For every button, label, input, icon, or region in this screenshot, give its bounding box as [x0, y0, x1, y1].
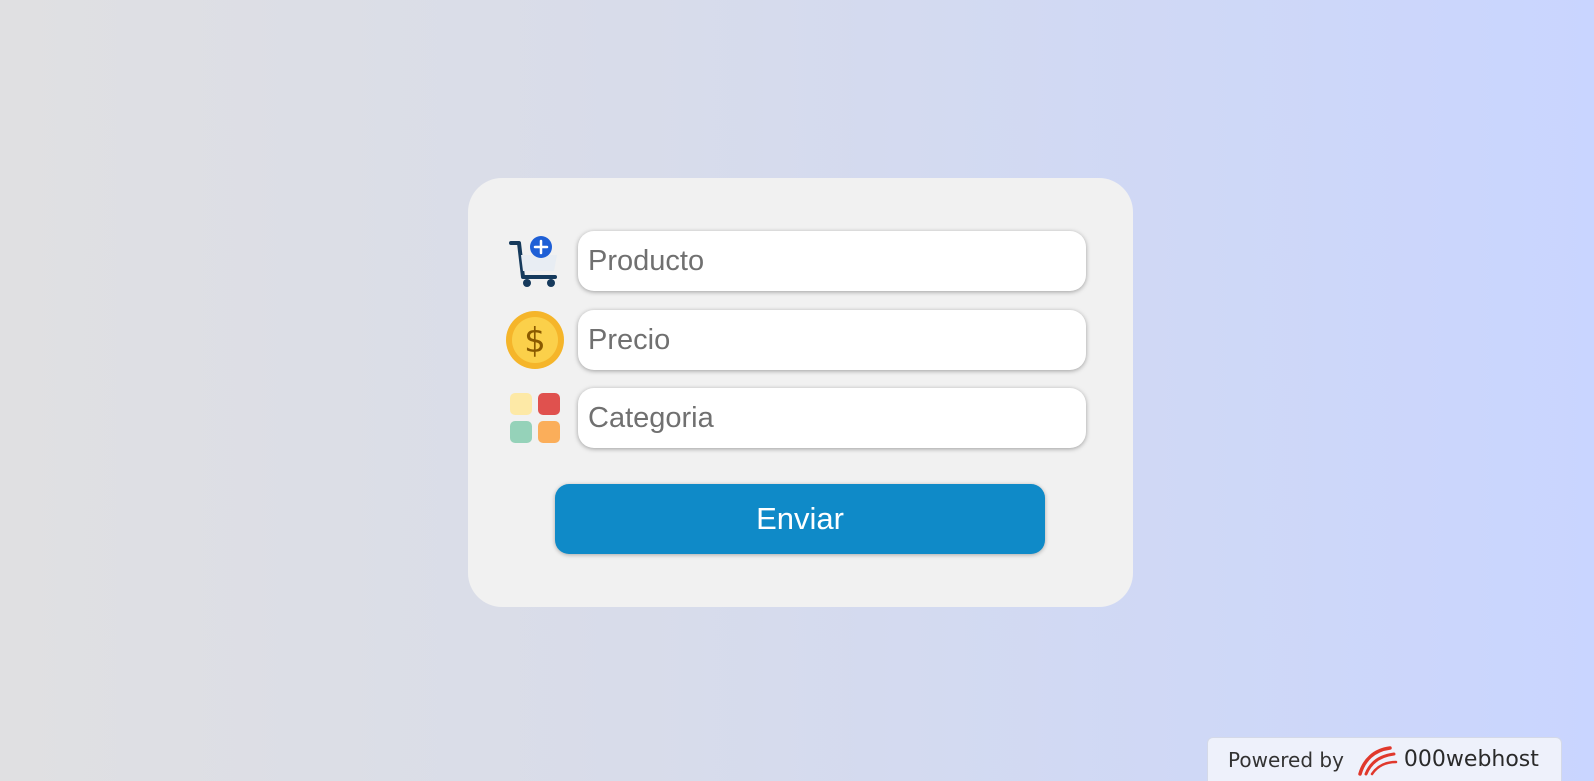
dollar-coin-icon: $	[504, 309, 566, 371]
category-input[interactable]	[578, 388, 1086, 448]
price-row: $	[504, 309, 1098, 371]
webhost-swirl-logo	[1356, 744, 1398, 776]
brand-name: 000webhost	[1403, 747, 1539, 772]
submit-button[interactable]: Enviar	[555, 484, 1045, 554]
product-form-card: $ Enviar	[468, 178, 1133, 607]
cart-add-icon	[504, 230, 566, 292]
product-input[interactable]	[578, 231, 1086, 291]
svg-text:$: $	[524, 321, 546, 361]
powered-by-badge[interactable]: Powered by 000webhost	[1207, 737, 1562, 781]
category-grid-icon	[504, 387, 566, 449]
product-row	[504, 230, 1098, 292]
category-row	[504, 387, 1098, 449]
price-input[interactable]	[578, 310, 1086, 370]
powered-by-label: Powered by	[1228, 747, 1344, 772]
